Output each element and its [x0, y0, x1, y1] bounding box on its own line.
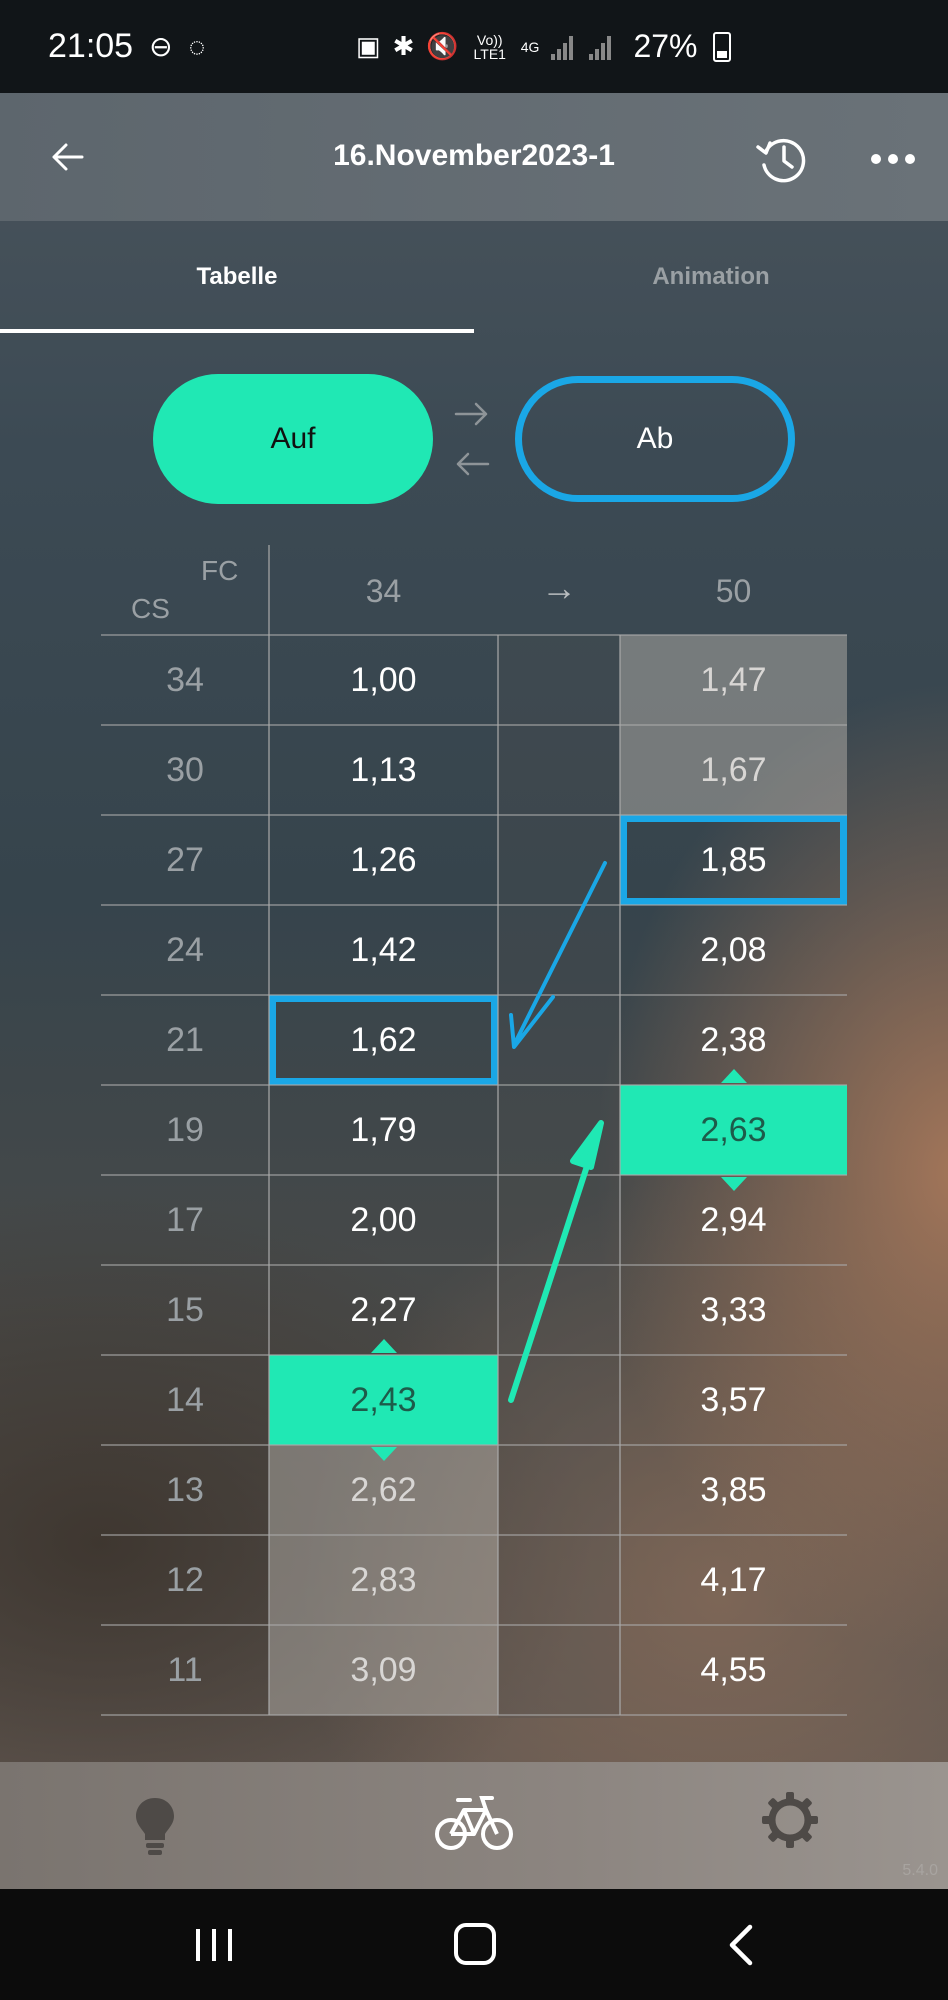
mute-icon: 🔇	[426, 31, 459, 61]
history-icon	[756, 138, 806, 183]
app-bar: 16.November2023-1	[0, 93, 948, 221]
4g-icon: 4G	[520, 38, 540, 55]
tab-indicator	[0, 329, 474, 333]
bottom-nav	[0, 1762, 948, 1889]
recent-apps-icon[interactable]	[192, 1925, 236, 1965]
tab-animation[interactable]: Animation	[474, 221, 948, 333]
status-time: 21:05	[48, 27, 134, 65]
home-icon[interactable]	[454, 1923, 496, 1965]
nav-tips-button[interactable]	[130, 1792, 180, 1862]
history-button[interactable]	[752, 129, 812, 189]
more-options-button[interactable]	[868, 129, 918, 189]
green-shift-arrow	[508, 1120, 604, 1403]
back-icon[interactable]	[726, 1923, 756, 1967]
more-horizontal-icon	[871, 154, 915, 164]
status-icons: ▣ ✱ 🔇 Vo)) LTE1 4G 27%	[356, 0, 732, 93]
gear-icon	[762, 1792, 818, 1848]
bicycle-icon	[435, 1796, 513, 1850]
app-version: 5.4.0	[902, 1862, 938, 1879]
battery-percent: 27%	[633, 28, 698, 64]
signal-icon	[589, 34, 615, 60]
system-nav-bar	[0, 1889, 948, 2000]
sync-icon: ◌	[188, 30, 206, 62]
gear-ratio-table: FC CS 34 → 50 34 1,00 1,47 30 1,13 1,67 27 1,26…	[101, 545, 847, 1720]
tab-bar: Tabelle Animation	[0, 221, 948, 333]
battery-icon	[713, 31, 732, 62]
shift-arrows	[508, 861, 607, 1403]
auf-button[interactable]: Auf	[153, 374, 433, 504]
bluetooth-icon: ✱	[392, 31, 415, 61]
nav-settings-button[interactable]	[760, 1790, 820, 1850]
nav-bike-button[interactable]	[434, 1788, 514, 1858]
signal-icon	[551, 34, 577, 60]
status-bar: 21:05 ⊖ ◌ ▣ ✱ 🔇 Vo)) LTE1 4G 27%	[0, 0, 948, 93]
ab-button[interactable]: Ab	[515, 376, 795, 502]
volte-icon: Vo)) LTE1	[473, 31, 506, 62]
tab-tabelle[interactable]: Tabelle	[0, 221, 474, 333]
lightbulb-icon	[136, 1798, 174, 1855]
swap-arrows-icon	[454, 402, 490, 476]
do-not-disturb-icon: ⊖	[149, 31, 173, 62]
blue-shift-arrow	[509, 861, 607, 1049]
battery-saver-icon: ▣	[356, 31, 381, 61]
